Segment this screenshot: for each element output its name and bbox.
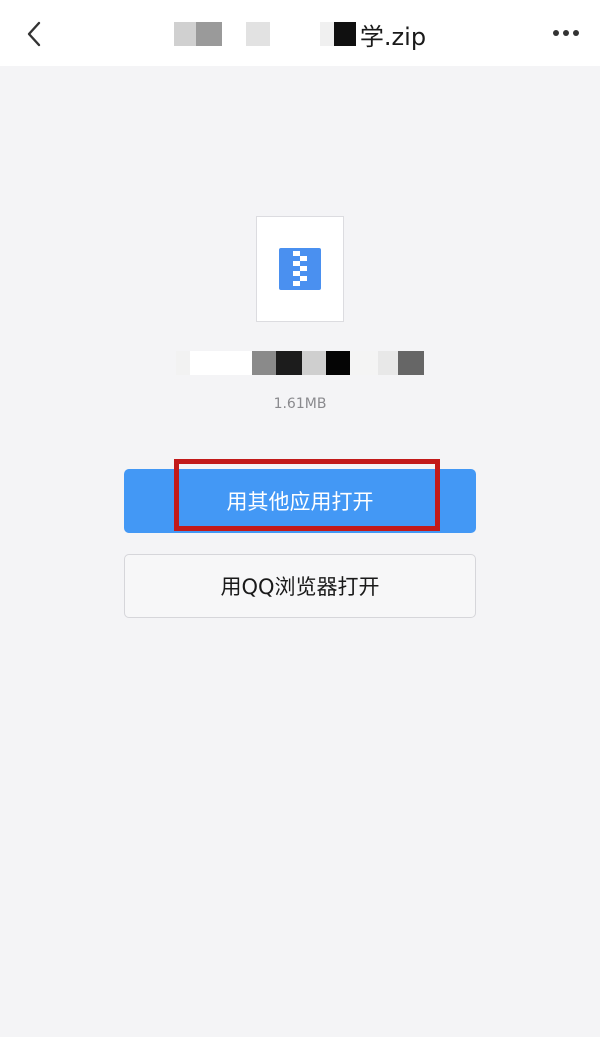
chevron-left-icon: [27, 21, 41, 47]
file-icon-card: [256, 216, 344, 322]
title-redaction: [173, 22, 356, 46]
open-with-qq-browser-button[interactable]: 用QQ浏览器打开: [124, 554, 476, 618]
open-with-other-app-button[interactable]: 用其他应用打开: [124, 469, 476, 533]
file-size: 1.61MB: [273, 396, 327, 412]
more-horizontal-icon: [553, 30, 579, 36]
top-navigation-bar: 学.zip: [0, 0, 600, 66]
back-button[interactable]: [14, 14, 54, 54]
page-title: 学.zip: [150, 14, 450, 54]
more-options-button[interactable]: [546, 18, 586, 48]
file-name-redacted: [100, 350, 500, 376]
zip-file-icon: [279, 248, 321, 290]
title-text: 学.zip: [359, 22, 427, 51]
